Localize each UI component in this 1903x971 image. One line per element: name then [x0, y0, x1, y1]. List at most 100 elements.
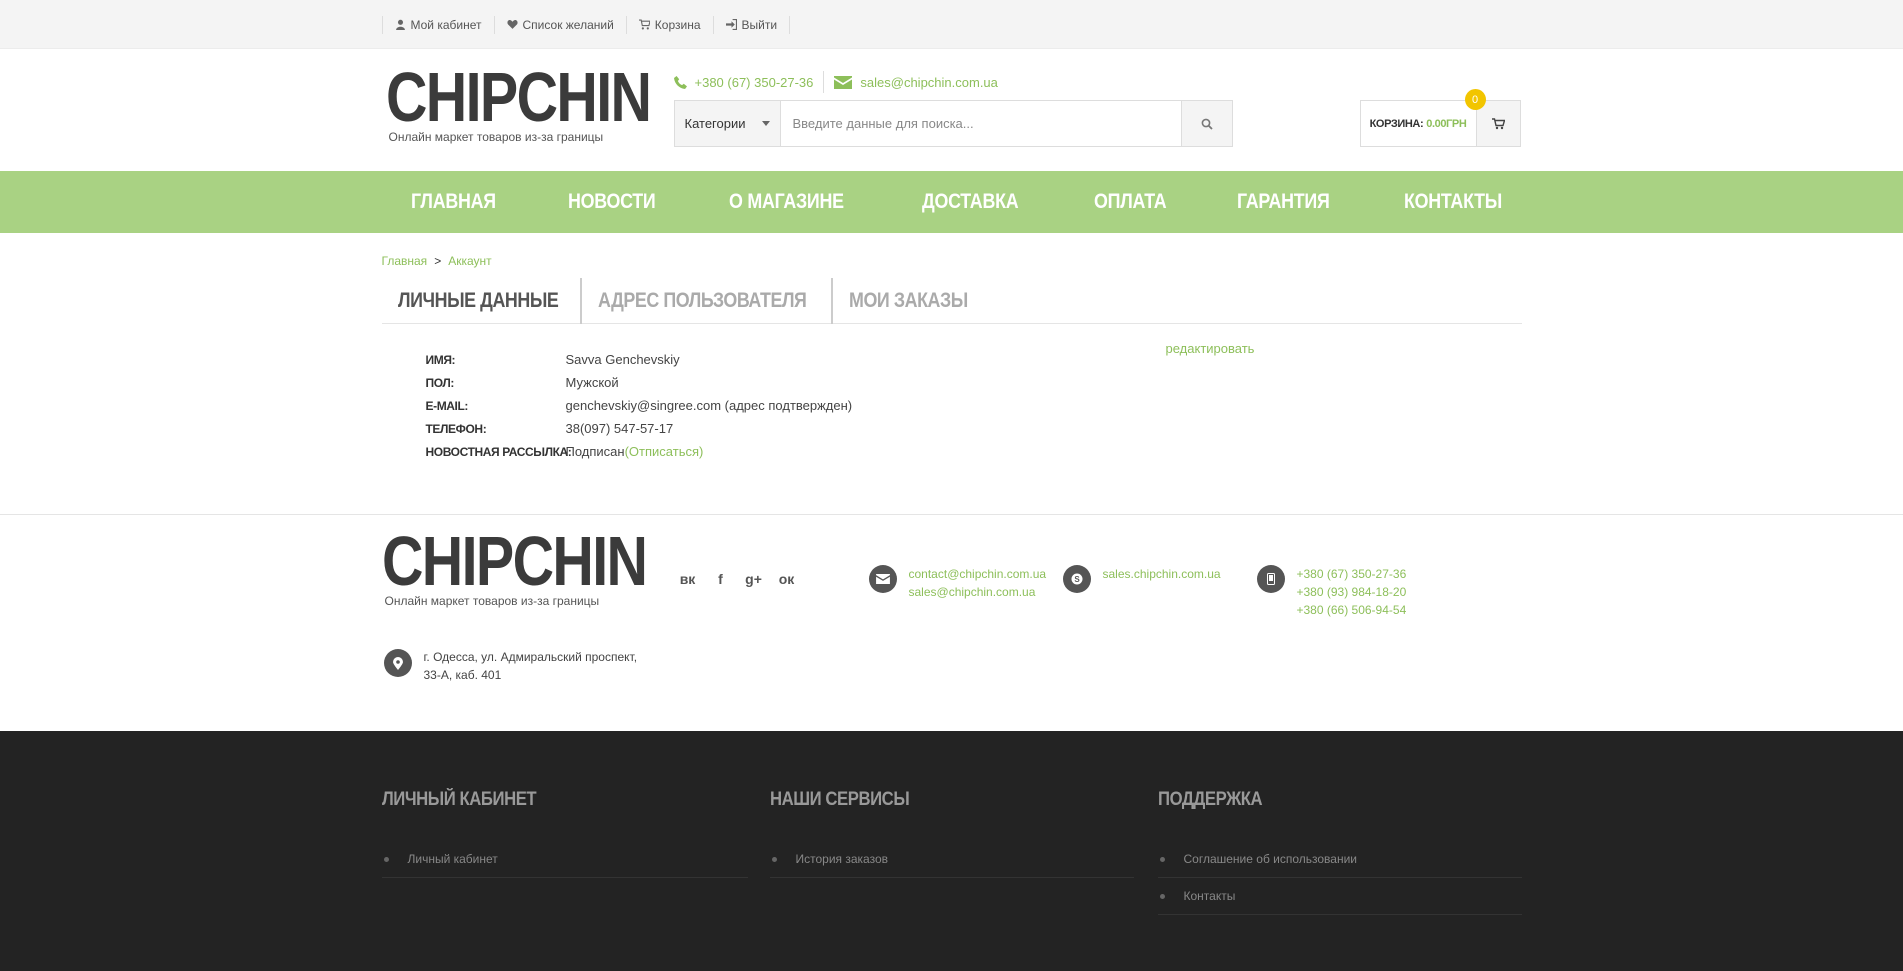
map-marker-icon: [383, 649, 412, 677]
nav-contacts[interactable]: КОНТАКТЫ: [1404, 190, 1502, 214]
header: CHIPCHIN Онлайн маркет товаров из-за гра…: [0, 49, 1903, 171]
footer-address: г. Одесса, ул. Адмиральский проспект, 33…: [383, 648, 638, 684]
nav-about[interactable]: О МАГАЗИНЕ: [729, 190, 844, 214]
cart-total: 0.00ГРН: [1426, 117, 1467, 130]
profile-newsletter-value: Подписан(Отписаться): [566, 444, 704, 459]
footer-logo-text: CHIPCHIN: [381, 522, 648, 600]
cart-button[interactable]: [1475, 101, 1520, 146]
heart-icon: [506, 20, 518, 29]
logo-text: CHIPCHIN: [385, 58, 652, 136]
profile-row-phone: ТЕЛЕФОН: 38(097) 547-57-17: [426, 417, 1522, 440]
envelope-icon: [834, 75, 853, 89]
footer-address-line-2: 33-А, каб. 401: [423, 668, 502, 682]
tab-my-orders-label: МОИ ЗАКАЗЫ: [849, 289, 969, 312]
cart-summary: КОРЗИНА: 0.00ГРН: [1361, 101, 1476, 146]
header-phone[interactable]: +380 (67) 350-27-36: [673, 74, 814, 90]
breadcrumb-current[interactable]: Аккаунт: [448, 254, 491, 268]
edit-profile-link[interactable]: редактировать: [1166, 341, 1255, 356]
logo[interactable]: CHIPCHIN Онлайн маркет товаров из-за гра…: [385, 58, 708, 144]
category-select[interactable]: Категории: [674, 101, 781, 146]
svg-text:S: S: [1074, 575, 1080, 584]
social-links: вк f g+ ок: [680, 571, 795, 587]
envelope-icon: [868, 565, 897, 593]
footer-col-support-title: ПОДДЕРЖКА: [1157, 789, 1263, 810]
cart-link[interactable]: Корзина: [625, 15, 713, 34]
phone-icon: [673, 75, 687, 89]
footer-email-contact[interactable]: contact@chipchin.com.ua: [909, 565, 1047, 583]
footer-phones: +380 (67) 350-27-36 +380 (93) 984-18-20 …: [1256, 565, 1407, 619]
cart-label: Корзина: [654, 17, 701, 32]
footer-phone-1[interactable]: +380 (67) 350-27-36: [1297, 565, 1407, 583]
header-contacts: +380 (67) 350-27-36 sales@chipchin.com.u…: [673, 71, 998, 93]
shopping-cart-icon: [1491, 117, 1505, 129]
sign-out-icon: [725, 19, 737, 30]
tab-my-orders[interactable]: МОИ ЗАКАЗЫ: [831, 278, 988, 324]
footer-email-sales[interactable]: sales@chipchin.com.ua: [909, 583, 1047, 601]
nav-news[interactable]: НОВОСТИ: [568, 190, 656, 214]
footer-col-support: ПОДДЕРЖКА Соглашение об использовании Ко…: [1157, 789, 1522, 915]
logout-link[interactable]: Выйти: [712, 15, 791, 34]
header-cart[interactable]: КОРЗИНА: 0.00ГРН 0: [1359, 89, 1521, 147]
nav-payment[interactable]: ОПЛАТА: [1094, 190, 1167, 214]
profile-email-label: E-MAIL:: [425, 398, 469, 413]
profile-row-gender: ПОЛ: Мужской: [426, 371, 1522, 394]
cart-icon: [638, 19, 650, 30]
profile-gender-value: Мужской: [565, 375, 619, 390]
profile-phone-label: ТЕЛЕФОН:: [425, 421, 487, 436]
footer-col-account-title: ЛИЧНЫЙ КАБИНЕТ: [381, 789, 537, 810]
odnoklassniki-icon[interactable]: ок: [779, 571, 795, 587]
profile-newsletter-label: НОВОСТНАЯ РАССЫЛКА:: [425, 444, 572, 459]
footer-col-services-title: НАШИ СЕРВИСЫ: [769, 789, 910, 810]
search-button[interactable]: [1180, 101, 1232, 146]
footer-link-terms[interactable]: Соглашение об использовании: [1157, 841, 1522, 878]
facebook-icon[interactable]: f: [713, 571, 729, 587]
footer-address-line-1: г. Одесса, ул. Адмиральский проспект,: [423, 650, 638, 664]
cart-summary-label: КОРЗИНА:: [1369, 117, 1424, 130]
header-email-text: sales@chipchin.com.ua: [860, 74, 998, 90]
unsubscribe-link[interactable]: (Отписаться): [625, 444, 704, 459]
profile-row-email: E-MAIL: genchevskiy@singree.com (адрес п…: [426, 394, 1522, 417]
skype-icon: S: [1062, 565, 1091, 593]
profile-gender-label: ПОЛ:: [425, 375, 455, 390]
footer-phone-3[interactable]: +380 (66) 506-94-54: [1297, 601, 1407, 619]
my-account-link[interactable]: Мой кабинет: [381, 15, 494, 34]
footer-link-account[interactable]: Личный кабинет: [381, 841, 748, 878]
header-email[interactable]: sales@chipchin.com.ua: [834, 74, 998, 90]
chevron-down-icon: [761, 121, 770, 126]
footer-skype-text[interactable]: sales.chipchin.com.ua: [1103, 565, 1221, 593]
footer-emails: contact@chipchin.com.ua sales@chipchin.c…: [868, 565, 1047, 601]
nav-home[interactable]: ГЛАВНАЯ: [411, 190, 496, 214]
profile-name-label: ИМЯ:: [425, 352, 456, 367]
search-input[interactable]: [780, 101, 1181, 146]
wishlist-link[interactable]: Список желаний: [493, 15, 626, 34]
header-phone-text: +380 (67) 350-27-36: [694, 74, 814, 90]
logout-label: Выйти: [741, 17, 778, 32]
vk-icon[interactable]: вк: [680, 571, 696, 587]
profile-email-value: genchevskiy@singree.com (адрес подтвержд…: [565, 398, 853, 413]
search-bar: Категории: [673, 100, 1233, 147]
nav-delivery[interactable]: ДОСТАВКА: [922, 190, 1019, 214]
tab-user-address-label: АДРЕС ПОЛЬЗОВАТЕЛЯ: [598, 289, 807, 312]
contacts-divider: [823, 71, 825, 93]
mobile-phone-icon: [1256, 565, 1285, 593]
user-icon: [395, 19, 405, 30]
tab-personal-data[interactable]: ЛИЧНЫЕ ДАННЫЕ: [382, 278, 581, 324]
account-tabs: ЛИЧНЫЕ ДАННЫЕ АДРЕС ПОЛЬЗОВАТЕЛЯ МОИ ЗАК…: [381, 278, 1522, 324]
footer-link-order-history[interactable]: История заказов: [769, 841, 1134, 878]
category-select-label: Категории: [684, 116, 746, 131]
footer-col-account: ЛИЧНЫЙ КАБИНЕТ Личный кабинет: [381, 789, 748, 915]
cart-count-badge: 0: [1464, 89, 1486, 110]
footer-col-services: НАШИ СЕРВИСЫ История заказов: [769, 789, 1134, 915]
nav-warranty[interactable]: ГАРАНТИЯ: [1237, 190, 1330, 214]
main-nav: ГЛАВНАЯ НОВОСТИ О МАГАЗИНЕ ДОСТАВКА ОПЛА…: [0, 171, 1903, 233]
profile-phone-value: 38(097) 547-57-17: [565, 421, 674, 436]
footer-logo[interactable]: CHIPCHIN Онлайн маркет товаров из-за гра…: [381, 522, 704, 608]
footer-link-contacts[interactable]: Контакты: [1157, 878, 1522, 915]
account-content: Главная > Аккаунт ЛИЧНЫЕ ДАННЫЕ АДРЕС ПО…: [381, 233, 1522, 514]
breadcrumb-home[interactable]: Главная: [382, 254, 428, 268]
google-plus-icon[interactable]: g+: [745, 571, 762, 587]
search-icon: [1201, 118, 1213, 130]
footer-phone-2[interactable]: +380 (93) 984-18-20: [1297, 583, 1407, 601]
tab-user-address[interactable]: АДРЕС ПОЛЬЗОВАТЕЛЯ: [580, 278, 831, 324]
tab-personal-data-label: ЛИЧНЫЕ ДАННЫЕ: [397, 289, 559, 312]
